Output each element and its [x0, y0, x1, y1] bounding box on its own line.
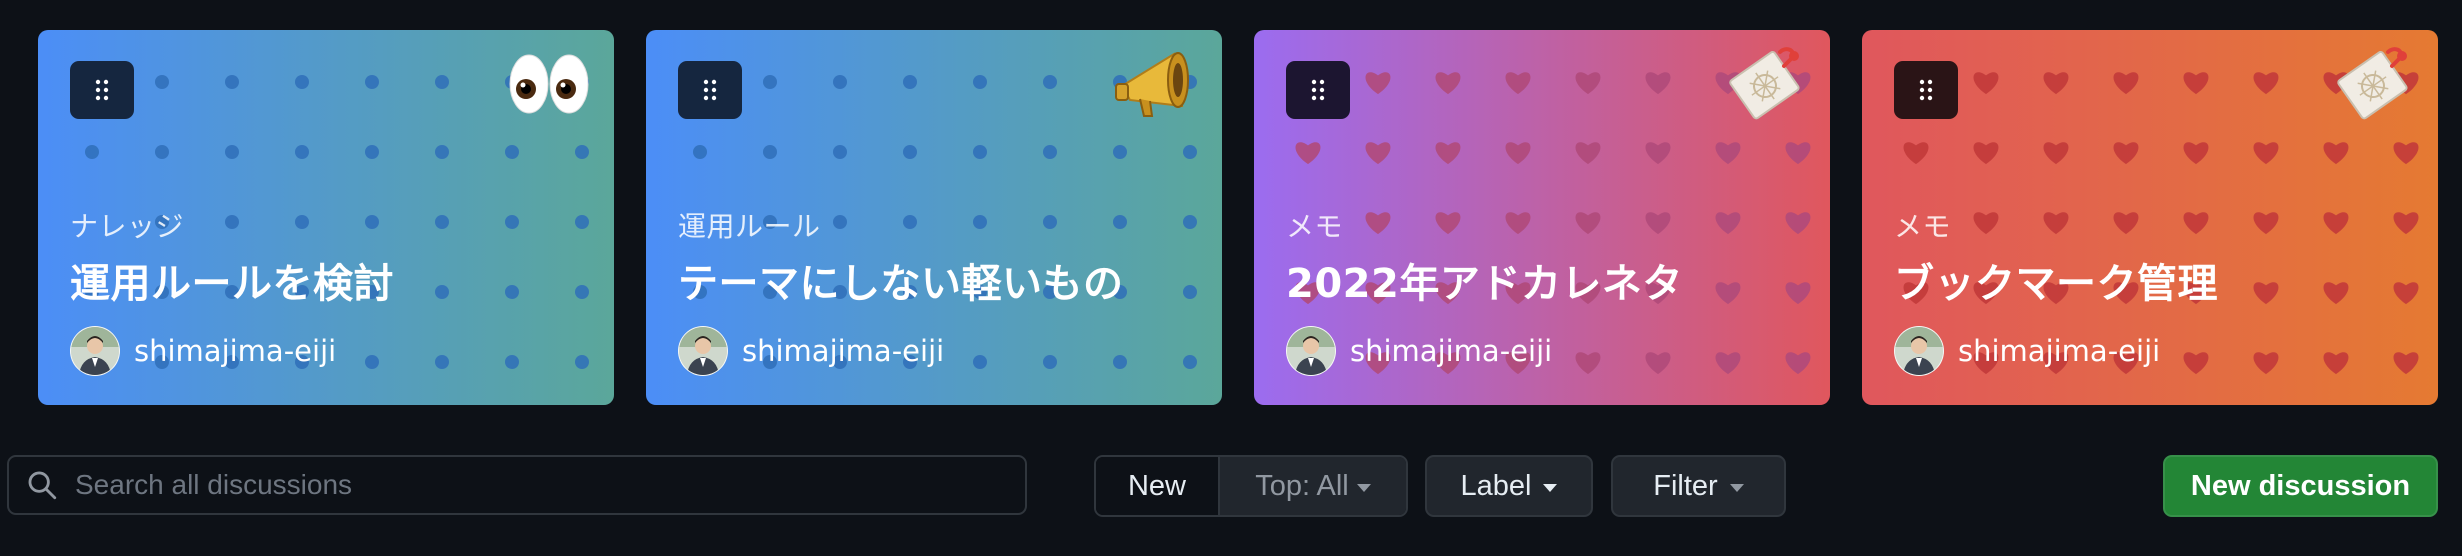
sort-new-button[interactable]: New — [1096, 457, 1220, 515]
grabber-icon — [703, 79, 717, 101]
discussion-author[interactable]: shimajima-eiji — [70, 326, 336, 376]
drag-handle[interactable] — [678, 61, 742, 119]
discussion-category: ナレッジ — [70, 210, 185, 243]
filter-button-text: Filter — [1653, 469, 1718, 502]
discussion-category: メモ — [1286, 210, 1344, 243]
grabber-icon — [1311, 79, 1325, 101]
pinned-discussions: ナレッジ運用ルールを検討 shimajima-eiji 運用ルールテーマにしない… — [38, 30, 2438, 405]
new-discussion-button[interactable]: New discussion — [2163, 455, 2438, 517]
author-name: shimajima-eiji — [1350, 334, 1553, 368]
search-input[interactable] — [73, 468, 1025, 502]
discussion-title[interactable]: 運用ルールを検討 — [70, 251, 394, 309]
new-discussion-label: New discussion — [2190, 469, 2411, 502]
avatar — [1894, 326, 1944, 376]
chevron-down-icon — [1543, 483, 1558, 492]
sort-top-button[interactable]: Top: All — [1220, 457, 1406, 515]
eyes-icon — [509, 54, 589, 114]
avatar — [678, 326, 728, 376]
discussion-title[interactable]: ブックマーク管理 — [1894, 251, 2218, 309]
author-name: shimajima-eiji — [134, 334, 337, 368]
pinned-discussion-card[interactable]: 運用ルールテーマにしない軽いもの shimajima-eiji — [646, 30, 1222, 405]
grabber-icon — [1919, 79, 1933, 101]
discussion-author[interactable]: shimajima-eiji — [1286, 326, 1552, 376]
sort-new-label: New — [1127, 469, 1186, 502]
grabber-icon — [95, 79, 109, 101]
search-bar[interactable] — [7, 455, 1027, 515]
chevron-down-icon — [1356, 483, 1371, 492]
pinned-discussion-card[interactable]: ナレッジ運用ルールを検討 shimajima-eiji — [38, 30, 614, 405]
avatar — [1286, 326, 1336, 376]
drag-handle[interactable] — [70, 61, 134, 119]
discussion-category: メモ — [1894, 210, 1952, 243]
discussion-title[interactable]: 2022年アドカレネタ — [1286, 251, 1683, 309]
label-button[interactable]: Label — [1425, 455, 1593, 517]
author-name: shimajima-eiji — [742, 334, 945, 368]
sort-toggle-group: New Top: All — [1094, 455, 1408, 517]
discussion-author[interactable]: shimajima-eiji — [678, 326, 944, 376]
megaphone-icon — [1115, 52, 1189, 117]
author-name: shimajima-eiji — [1958, 334, 2161, 368]
memo-icon — [1729, 47, 1800, 120]
avatar — [70, 326, 120, 376]
discussions-page: ナレッジ運用ルールを検討 shimajima-eiji 運用ルールテーマにしない… — [0, 0, 2462, 556]
discussion-title[interactable]: テーマにしない軽いもの — [678, 251, 1124, 309]
discussion-category: 運用ルール — [678, 210, 821, 243]
label-button-text: Label — [1460, 469, 1532, 502]
discussion-author[interactable]: shimajima-eiji — [1894, 326, 2160, 376]
drag-handle[interactable] — [1894, 61, 1958, 119]
memo-icon — [2337, 47, 2408, 120]
filter-button[interactable]: Filter — [1611, 455, 1786, 517]
sort-top-label: Top: All — [1255, 469, 1349, 502]
search-icon — [28, 471, 57, 500]
pinned-discussion-card[interactable]: メモブックマーク管理 shimajima-eiji — [1862, 30, 2438, 405]
chevron-down-icon — [1729, 483, 1744, 492]
drag-handle[interactable] — [1286, 61, 1350, 119]
pinned-discussion-card[interactable]: メモ 2022年アドカレネタ shimajima-eiji — [1254, 30, 1830, 405]
